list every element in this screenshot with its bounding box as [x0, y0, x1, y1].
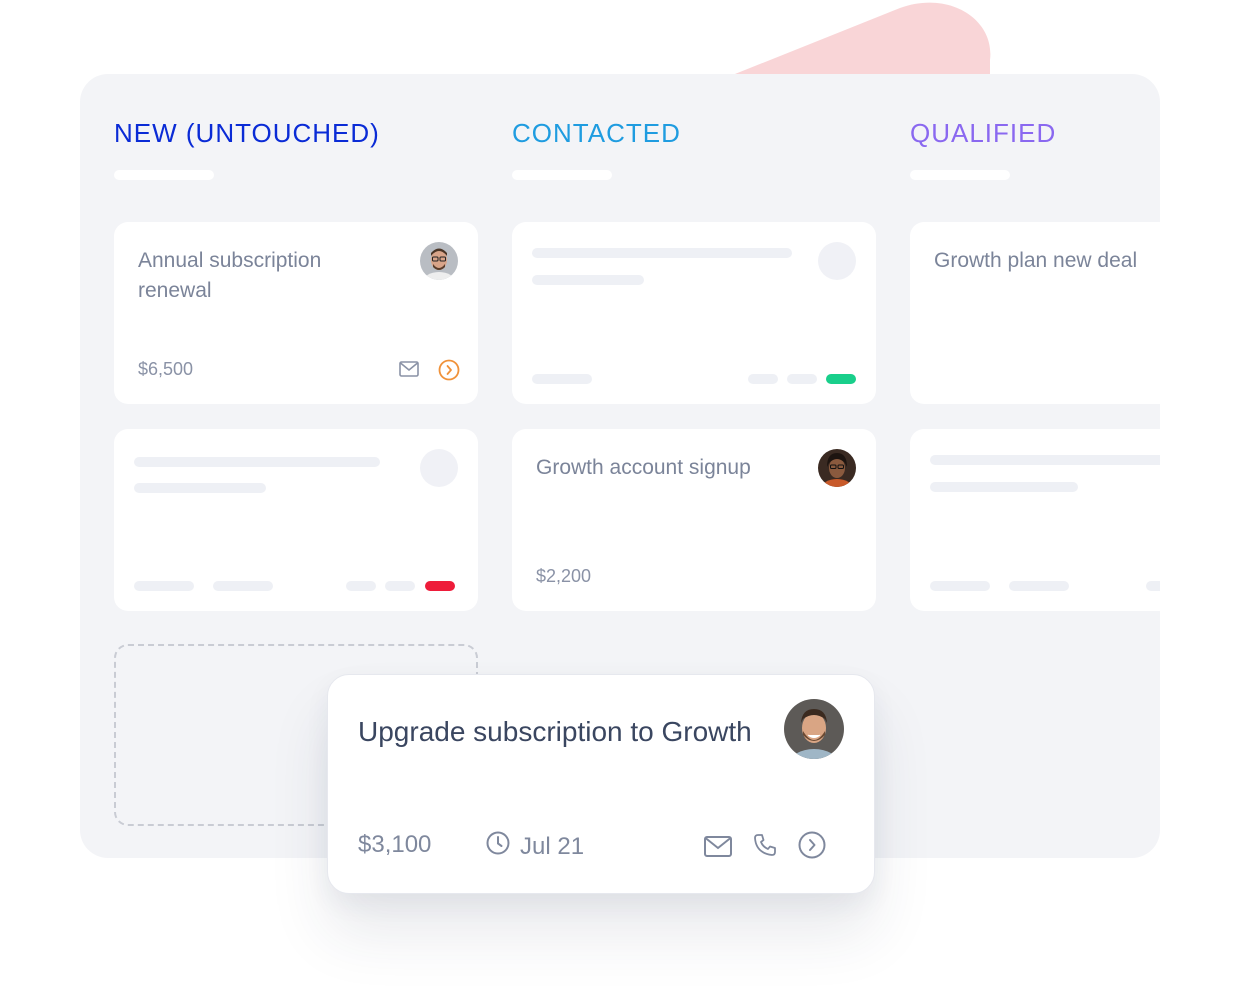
column-underline-contacted — [512, 170, 612, 180]
deal-amount: $3,100 — [358, 831, 432, 858]
deal-title: Annual subscription renewal — [138, 249, 322, 302]
skeleton-line — [532, 248, 792, 258]
skeleton-pill — [346, 581, 376, 591]
status-indicator-red — [425, 581, 455, 591]
column-title-new: NEW (UNTOUCHED) — [114, 118, 380, 148]
column-title-contacted: CONTACTED — [512, 118, 681, 148]
skeleton-card-qualified[interactable] — [910, 429, 1160, 611]
skeleton-line — [532, 374, 592, 384]
skeleton-line — [134, 483, 266, 493]
skeleton-line — [930, 455, 1160, 465]
mail-icon[interactable] — [704, 835, 732, 857]
skeleton-pill — [385, 581, 415, 591]
phone-icon[interactable] — [752, 832, 778, 858]
dragging-deal-card[interactable]: Upgrade subscription to Growth $3,100 Ju… — [327, 674, 875, 894]
column-title-qualified: QUALIFIED — [910, 118, 1057, 148]
decorative-blob — [720, 2, 991, 80]
skeleton-line — [213, 581, 273, 591]
column-underline-qualified — [910, 170, 1010, 180]
avatar-woman-glasses — [818, 449, 856, 487]
skeleton-line — [930, 581, 990, 591]
avatar-man-glasses — [420, 242, 458, 280]
skeleton-pill — [1146, 581, 1160, 591]
skeleton-card-contacted[interactable] — [512, 222, 876, 404]
deal-amount: $6,500 — [138, 359, 194, 379]
skeleton-avatar — [818, 242, 856, 280]
qualified-column-clip: Growth plan new deal — [910, 222, 1160, 622]
arrow-circle-right-icon[interactable] — [438, 359, 460, 381]
skeleton-line — [134, 457, 380, 467]
deal-title: Growth account signup — [536, 456, 751, 479]
column-underline-new — [114, 170, 214, 180]
deal-date: Jul 21 — [486, 831, 584, 862]
skeleton-pill — [787, 374, 817, 384]
skeleton-pill — [748, 374, 778, 384]
status-indicator-green — [826, 374, 856, 384]
skeleton-line — [134, 581, 194, 591]
deal-title: Upgrade subscription to Growth — [358, 716, 752, 747]
deal-card-annual-renewal[interactable]: Annual subscription renewal $6,500 — [114, 222, 478, 404]
skeleton-line — [532, 275, 644, 285]
deal-card-growth-plan[interactable]: Growth plan new deal — [910, 222, 1160, 404]
arrow-circle-right-icon[interactable] — [798, 831, 826, 859]
skeleton-line — [1009, 581, 1069, 591]
deal-amount: $2,200 — [536, 566, 592, 586]
mail-icon[interactable] — [398, 360, 420, 378]
skeleton-avatar — [420, 449, 458, 487]
deal-card-growth-signup[interactable]: Growth account signup $2,200 — [512, 429, 876, 611]
deal-date-text: Jul 21 — [520, 832, 585, 860]
skeleton-line — [930, 482, 1078, 492]
avatar-man-smiling — [784, 699, 844, 759]
clock-icon — [486, 831, 510, 862]
skeleton-card-new[interactable] — [114, 429, 478, 611]
deal-title: Growth plan new deal — [934, 249, 1138, 272]
